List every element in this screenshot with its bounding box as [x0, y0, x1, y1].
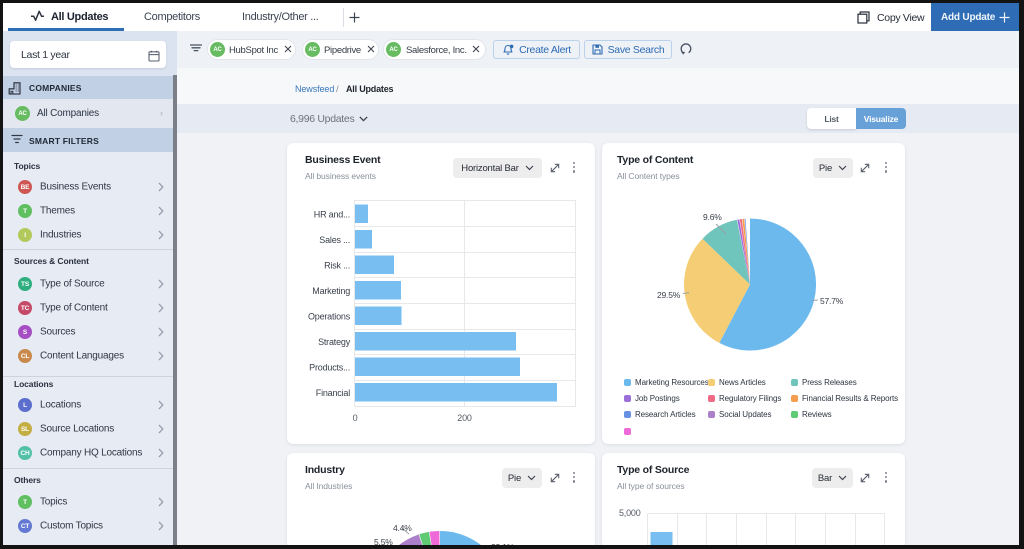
- svg-text:HR and...: HR and...: [314, 210, 350, 220]
- svg-text:Products...: Products...: [309, 363, 350, 373]
- svg-text:Sales ...: Sales ...: [319, 235, 350, 245]
- svg-text:Financial: Financial: [316, 388, 350, 398]
- svg-text:Operations: Operations: [308, 312, 351, 322]
- svg-text:29.5%: 29.5%: [657, 290, 681, 300]
- svg-text:0: 0: [353, 413, 358, 423]
- svg-text:Strategy: Strategy: [318, 337, 351, 347]
- svg-text:Marketing: Marketing: [312, 286, 350, 296]
- svg-text:4.4%: 4.4%: [393, 523, 412, 533]
- svg-text:Risk ...: Risk ...: [324, 261, 350, 271]
- svg-text:5,000: 5,000: [619, 508, 641, 518]
- svg-text:9.6%: 9.6%: [703, 212, 722, 222]
- svg-text:57.7%: 57.7%: [820, 296, 844, 306]
- svg-text:200: 200: [457, 413, 472, 423]
